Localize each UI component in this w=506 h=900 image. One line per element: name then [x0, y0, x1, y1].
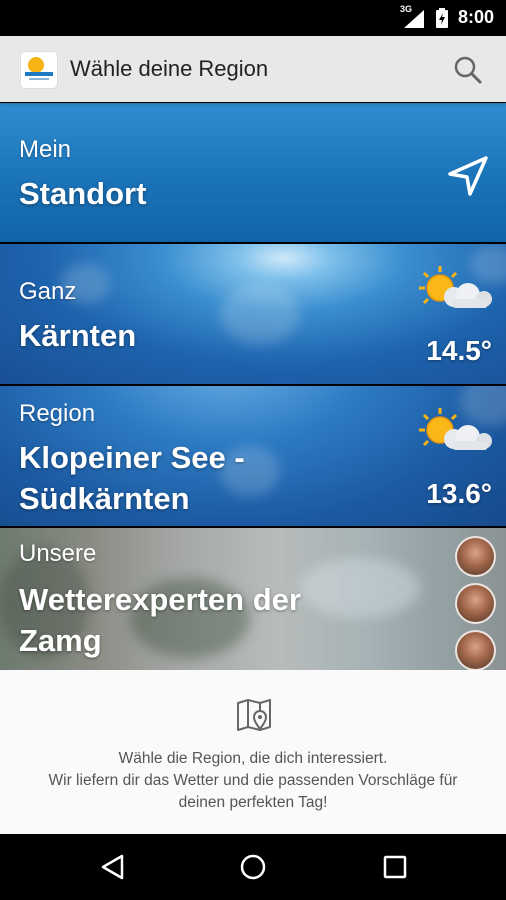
tile-title: Standort [19, 176, 147, 211]
tile-subtitle: Unsere [19, 540, 97, 567]
app-title: Wähle deine Region [70, 56, 269, 81]
info-text: Wähle die Region, die dich interessiert.… [0, 748, 506, 814]
tile-klopeiner-see[interactable]: Region Klopeiner See - Südkärnten 13.6° [0, 386, 506, 526]
signal-icon: 3G [400, 4, 426, 28]
temperature: 14.5° [426, 335, 492, 366]
location-arrow-icon [448, 156, 488, 196]
clock: 8:00 [457, 7, 494, 27]
navigation-bar [0, 834, 506, 900]
tile-title: Kärnten [19, 318, 137, 353]
tile-weather-experts[interactable]: Unsere Wetterexperten der Zamg [0, 528, 506, 670]
tile-my-location[interactable]: Mein Standort [0, 103, 506, 242]
home-icon[interactable] [238, 852, 268, 882]
status-bar: 3G 8:00 [0, 0, 506, 36]
partly-cloudy-icon [419, 266, 492, 308]
recents-icon[interactable] [380, 852, 410, 882]
tile-kaernten[interactable]: Ganz Kärnten 14.5° [0, 244, 506, 384]
temperature: 13.6° [426, 478, 492, 509]
battery-icon [435, 7, 448, 28]
avatar [455, 536, 496, 577]
expert-avatars [455, 536, 496, 670]
tile-subtitle: Ganz [19, 278, 77, 305]
app-logo[interactable] [21, 52, 57, 88]
info-line: Wähle die Region, die dich interessiert. [118, 750, 388, 767]
back-icon[interactable] [98, 852, 128, 882]
tile-subtitle: Mein [19, 136, 72, 163]
info-line: Wir liefern dir das Wetter und die passe… [48, 772, 458, 789]
info-line: deinen perfekten Tag! [178, 794, 328, 811]
tile-title: Klopeiner See - Südkärnten [19, 440, 245, 516]
info-section: Wähle die Region, die dich interessiert.… [0, 670, 506, 834]
app-bar: Wähle deine Region [0, 36, 506, 102]
avatar [455, 630, 496, 670]
tile-title: Wetterexperten der Zamg [19, 582, 301, 658]
avatar [455, 583, 496, 624]
map-pin-icon [237, 699, 271, 731]
tile-subtitle: Region [19, 400, 96, 427]
search-icon[interactable] [452, 54, 484, 86]
partly-cloudy-icon [419, 408, 492, 450]
